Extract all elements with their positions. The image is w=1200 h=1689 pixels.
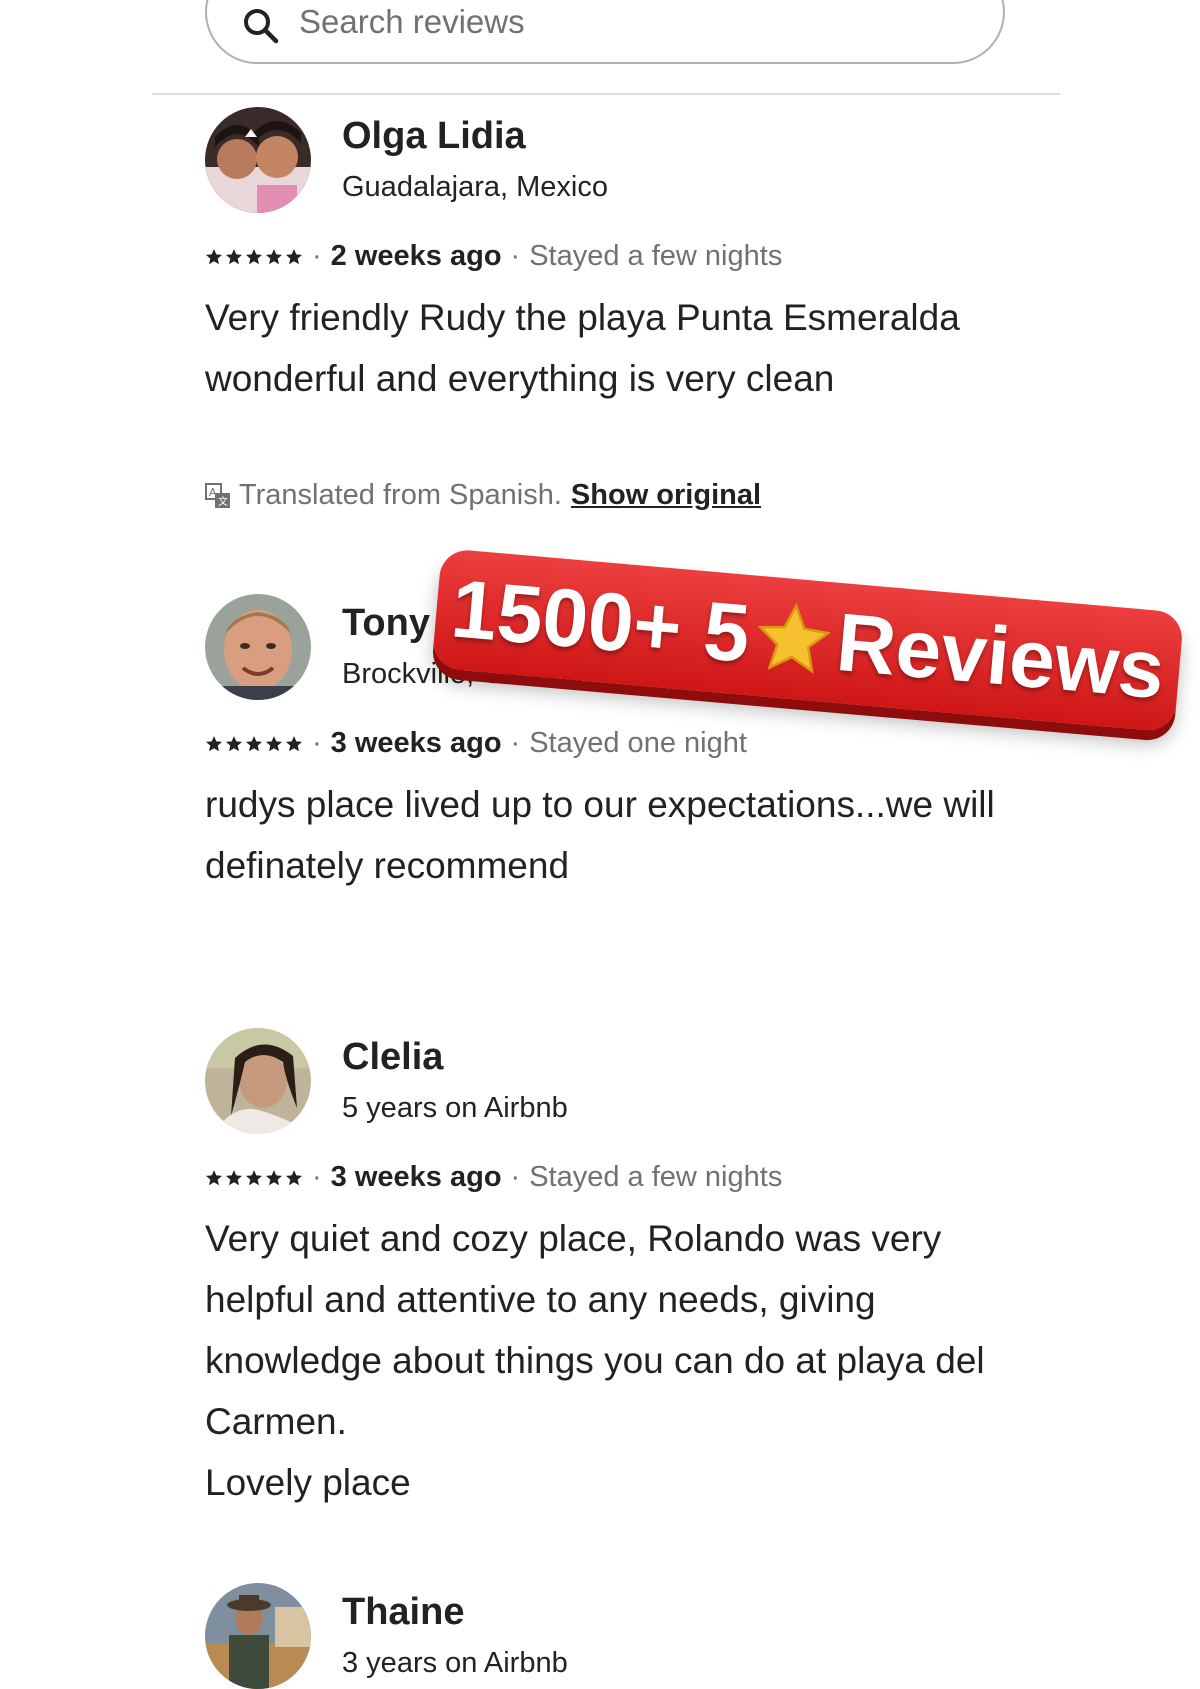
svg-text:文: 文 [218, 495, 228, 508]
review-text: rudys place lived up to our expectations… [205, 774, 1045, 896]
reviewer-tenure: 3 years on Airbnb [342, 1647, 568, 1679]
separator-dot: · [510, 727, 521, 759]
star-icon [265, 1169, 283, 1185]
star-icon [245, 735, 263, 751]
review-text: Very friendly Rudy the playa Punta Esmer… [205, 287, 1045, 409]
promo-banner: 1500+ 5 Reviews [431, 548, 1185, 733]
banner-word: Reviews [833, 596, 1168, 717]
search-bar[interactable] [205, 0, 1005, 64]
star-rating [205, 248, 303, 266]
review-date: 3 weeks ago [330, 1161, 502, 1193]
review-paragraph: Very friendly Rudy the playa Punta Esmer… [205, 297, 960, 399]
avatar[interactable] [205, 1028, 311, 1134]
reviewer-name: Thaine [342, 1591, 465, 1633]
review-meta: · 3 weeks ago · Stayed a few nights [205, 1161, 782, 1194]
translation-note: A 文 Translated from Spanish. Show origin… [205, 479, 761, 512]
star-icon [245, 248, 263, 264]
reviewer-name: Tony [342, 602, 430, 644]
stay-length: Stayed a few nights [529, 1161, 783, 1193]
review-date: 3 weeks ago [330, 727, 502, 759]
separator-dot: · [312, 727, 322, 759]
reviewer-name: Olga Lidia [342, 115, 526, 157]
reviewer-tenure: 5 years on Airbnb [342, 1092, 568, 1124]
separator-dot: · [510, 240, 521, 272]
separator-dot: · [312, 1161, 322, 1193]
review-date: 2 weeks ago [330, 240, 502, 272]
review-paragraph: Very quiet and cozy place, Rolando was v… [205, 1218, 985, 1442]
review-text: Very quiet and cozy place, Rolando was v… [205, 1208, 1045, 1513]
star-icon [265, 248, 283, 264]
stay-length: Stayed a few nights [529, 240, 783, 272]
star-icon [225, 735, 243, 751]
avatar[interactable] [205, 107, 311, 213]
review-paragraph: rudys place lived up to our expectations… [205, 784, 995, 886]
star-icon [245, 1169, 263, 1185]
star-icon [285, 735, 303, 751]
star-icon [205, 1169, 223, 1185]
star-icon [757, 602, 831, 674]
star-icon [205, 735, 223, 751]
star-rating [205, 1169, 303, 1187]
review-meta: · 2 weeks ago · Stayed a few nights [205, 240, 782, 273]
review-paragraph: Lovely place [205, 1462, 411, 1503]
avatar[interactable] [205, 594, 311, 700]
star-rating [205, 735, 303, 753]
star-icon [265, 735, 283, 751]
star-icon [205, 248, 223, 264]
star-icon [285, 1169, 303, 1185]
show-original-link[interactable]: Show original [571, 479, 761, 512]
separator-dot: · [510, 1161, 521, 1193]
banner-count: 1500+ 5 [447, 563, 754, 680]
search-icon [244, 9, 279, 44]
translate-icon: A 文 [205, 482, 230, 508]
star-icon [225, 248, 243, 264]
translation-label: Translated from Spanish. [239, 479, 562, 511]
star-icon [225, 1169, 243, 1185]
search-input[interactable] [299, 2, 939, 42]
separator-dot: · [312, 240, 322, 272]
reviewer-location: Guadalajara, Mexico [342, 171, 608, 203]
star-icon [285, 248, 303, 264]
reviewer-name: Clelia [342, 1036, 444, 1078]
stay-length: Stayed one night [529, 727, 747, 759]
review-meta: · 3 weeks ago · Stayed one night [205, 727, 747, 760]
divider [152, 93, 1060, 95]
avatar[interactable] [205, 1583, 311, 1689]
